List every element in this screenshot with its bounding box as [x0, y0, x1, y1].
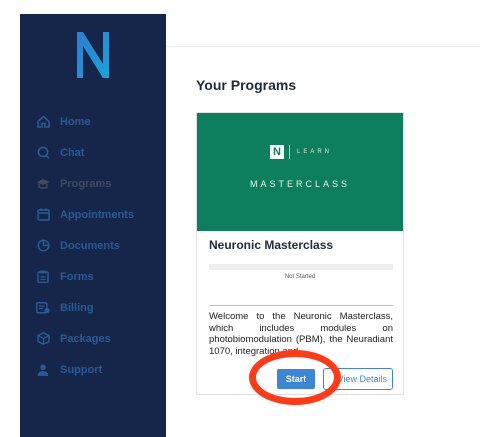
start-button[interactable]: Start — [277, 369, 315, 389]
sidebar-item-packages[interactable]: Packages — [36, 323, 166, 354]
sidebar-item-chat[interactable]: Chat — [36, 137, 166, 168]
header-divider — [166, 46, 480, 47]
home-icon — [36, 115, 50, 129]
progress-bar — [209, 264, 393, 270]
graduation-cap-icon — [36, 177, 50, 191]
view-details-button[interactable]: View Details — [323, 368, 393, 390]
learn-logo: N — [270, 145, 284, 159]
sidebar-item-label: Documents — [60, 239, 120, 252]
sidebar-item-label: Billing — [60, 301, 94, 314]
billing-icon — [36, 301, 50, 315]
program-title: Neuronic Masterclass — [209, 238, 334, 252]
banner-title: MASTERCLASS — [249, 179, 351, 189]
sidebar-nav: Home Chat Programs Appointments Document… — [36, 106, 166, 385]
brand-word: LEARN — [289, 145, 332, 159]
sidebar-item-label: Home — [60, 115, 91, 128]
sidebar-item-appointments[interactable]: Appointments — [36, 199, 166, 230]
sidebar-item-support[interactable]: Support — [36, 354, 166, 385]
sidebar-item-label: Forms — [60, 270, 94, 283]
sidebar-item-documents[interactable]: Documents — [36, 230, 166, 261]
chevron-left-icon: ‹ — [173, 31, 179, 46]
collapse-sidebar-button[interactable]: ‹ — [170, 32, 182, 46]
progress-status: Not Started — [284, 274, 316, 280]
sidebar-item-label: Packages — [60, 332, 111, 345]
program-banner: N LEARN MASTERCLASS — [197, 113, 403, 231]
sidebar-item-home[interactable]: Home — [36, 106, 166, 137]
app-logo[interactable] — [73, 28, 113, 80]
chat-icon — [36, 146, 50, 160]
sidebar: ‹ Home Chat Programs Appointments Docume… — [20, 14, 178, 437]
sidebar-item-billing[interactable]: Billing — [36, 292, 166, 323]
sidebar-item-label: Support — [60, 363, 103, 376]
document-icon — [36, 239, 50, 253]
card-divider — [209, 305, 393, 306]
sidebar-item-label: Appointments — [60, 208, 134, 221]
sidebar-item-label: Chat — [60, 146, 85, 159]
user-icon — [36, 363, 50, 377]
program-card: N LEARN MASTERCLASS Neuronic Masterclass… — [196, 112, 404, 395]
calendar-icon — [36, 208, 50, 222]
package-icon — [36, 332, 50, 346]
page-title: Your Programs — [196, 77, 297, 93]
clipboard-icon — [36, 270, 50, 284]
sidebar-item-label: Programs — [60, 177, 112, 190]
program-description: Welcome to the Neuronic Masterclass, whi… — [209, 311, 393, 357]
sidebar-item-forms[interactable]: Forms — [36, 261, 166, 292]
sidebar-item-programs[interactable]: Programs — [36, 168, 166, 199]
